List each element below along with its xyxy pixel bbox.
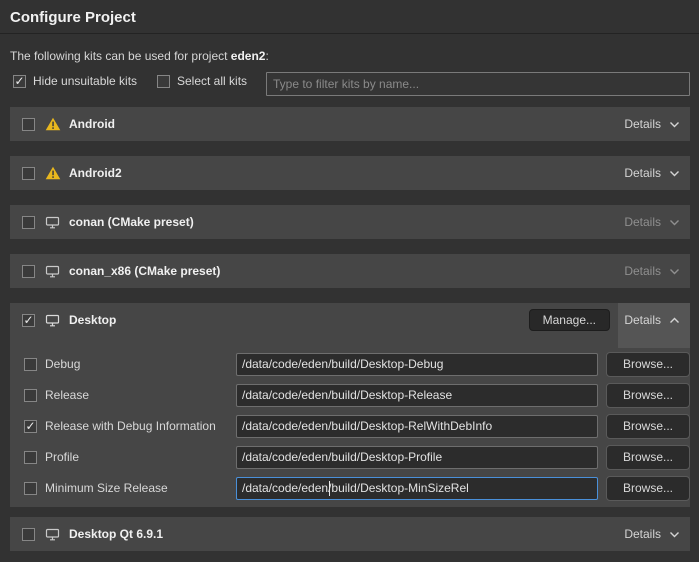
kit-checkbox[interactable] xyxy=(22,118,35,131)
title-separator xyxy=(0,33,699,34)
select-all-kits-checkbox[interactable]: Select all kits xyxy=(157,74,247,88)
kit-checkbox[interactable] xyxy=(22,265,35,278)
hide-unsuitable-kits-checkbox[interactable]: ✓ Hide unsuitable kits xyxy=(13,74,137,88)
kit-checkbox[interactable] xyxy=(22,167,35,180)
build-config-label: Release with Debug Information xyxy=(45,419,230,433)
chevron-down-icon xyxy=(669,531,680,538)
kit-row-desktop-qt: Desktop Qt 6.9.1 Details xyxy=(10,517,690,551)
build-dir-input-relwithdebinfo[interactable] xyxy=(236,415,598,438)
page-title: Configure Project xyxy=(10,9,136,26)
checkbox-checked-icon[interactable]: ✓ xyxy=(13,75,26,88)
kit-name: Android xyxy=(69,117,115,131)
details-toggle[interactable]: Details xyxy=(624,303,680,337)
project-name: eden2 xyxy=(231,49,266,63)
intro-suffix: : xyxy=(265,49,268,63)
browse-button[interactable]: Browse... xyxy=(606,352,690,377)
desktop-monitor-icon xyxy=(44,314,61,327)
build-config-row-minsizerel: Minimum Size Release Browse... xyxy=(10,475,690,501)
kit-row-desktop: ✓ Desktop Manage... Details Debug Browse… xyxy=(10,303,690,507)
build-dir-input-minsizerel[interactable] xyxy=(236,477,598,500)
build-config-label: Profile xyxy=(45,450,230,464)
build-dir-input-debug[interactable] xyxy=(236,353,598,376)
chevron-down-icon xyxy=(669,121,680,128)
select-all-kits-label: Select all kits xyxy=(177,74,247,88)
kit-checkbox[interactable] xyxy=(22,216,35,229)
manage-kits-button[interactable]: Manage... xyxy=(529,309,610,331)
checkbox-unchecked-icon[interactable] xyxy=(157,75,170,88)
details-label: Details xyxy=(624,215,661,229)
kit-checkbox[interactable] xyxy=(22,528,35,541)
details-label: Details xyxy=(624,117,661,131)
build-config-checkbox[interactable] xyxy=(24,451,37,464)
kit-checkbox[interactable]: ✓ xyxy=(22,314,35,327)
kit-row-android: Android Details xyxy=(10,107,690,141)
details-toggle: Details xyxy=(624,264,680,278)
details-label: Details xyxy=(624,313,661,327)
build-config-row-release: Release Browse... xyxy=(10,382,690,408)
desktop-monitor-icon xyxy=(44,216,61,229)
kit-name: Android2 xyxy=(69,166,122,180)
browse-button[interactable]: Browse... xyxy=(606,383,690,408)
browse-button[interactable]: Browse... xyxy=(606,445,690,470)
build-config-row-relwithdebinfo: ✓ Release with Debug Information Browse.… xyxy=(10,413,690,439)
build-config-label: Debug xyxy=(45,357,230,371)
kit-row-conan-x86: conan_x86 (CMake preset) Details xyxy=(10,254,690,288)
build-config-label: Minimum Size Release xyxy=(45,481,230,495)
build-config-checkbox[interactable] xyxy=(24,389,37,402)
build-config-row-profile: Profile Browse... xyxy=(10,444,690,470)
chevron-down-icon xyxy=(669,268,680,275)
kit-name: conan (CMake preset) xyxy=(69,215,194,229)
warning-icon xyxy=(44,166,61,180)
details-toggle[interactable]: Details xyxy=(624,166,680,180)
build-config-label: Release xyxy=(45,388,230,402)
build-config-checkbox[interactable] xyxy=(24,358,37,371)
intro-text: The following kits can be used for proje… xyxy=(10,49,269,63)
build-config-row-debug: Debug Browse... xyxy=(10,351,690,377)
build-dir-input-release[interactable] xyxy=(236,384,598,407)
kit-name: Desktop Qt 6.9.1 xyxy=(69,527,163,541)
warning-icon xyxy=(44,117,61,131)
details-toggle[interactable]: Details xyxy=(624,527,680,541)
build-dir-input-profile[interactable] xyxy=(236,446,598,469)
build-config-checkbox[interactable]: ✓ xyxy=(24,420,37,433)
desktop-monitor-icon xyxy=(44,528,61,541)
hide-unsuitable-kits-label: Hide unsuitable kits xyxy=(33,74,137,88)
build-config-list: Debug Browse... Release Browse... ✓ Rele… xyxy=(10,351,690,506)
details-toggle: Details xyxy=(624,215,680,229)
build-config-checkbox[interactable] xyxy=(24,482,37,495)
details-label: Details xyxy=(624,166,661,180)
kit-row-android2: Android2 Details xyxy=(10,156,690,190)
details-label: Details xyxy=(624,264,661,278)
chevron-down-icon xyxy=(669,170,680,177)
details-toggle[interactable]: Details xyxy=(624,117,680,131)
kit-name: Desktop xyxy=(69,313,116,327)
chevron-up-icon xyxy=(669,317,680,324)
text-cursor xyxy=(329,481,330,496)
browse-button[interactable]: Browse... xyxy=(606,414,690,439)
kit-filter-input[interactable] xyxy=(266,72,690,96)
kit-name: conan_x86 (CMake preset) xyxy=(69,264,220,278)
chevron-down-icon xyxy=(669,219,680,226)
details-label: Details xyxy=(624,527,661,541)
intro-prefix: The following kits can be used for proje… xyxy=(10,49,231,63)
browse-button[interactable]: Browse... xyxy=(606,476,690,501)
kit-row-conan: conan (CMake preset) Details xyxy=(10,205,690,239)
filter-bar: ✓ Hide unsuitable kits Select all kits xyxy=(0,72,699,96)
desktop-monitor-icon xyxy=(44,265,61,278)
